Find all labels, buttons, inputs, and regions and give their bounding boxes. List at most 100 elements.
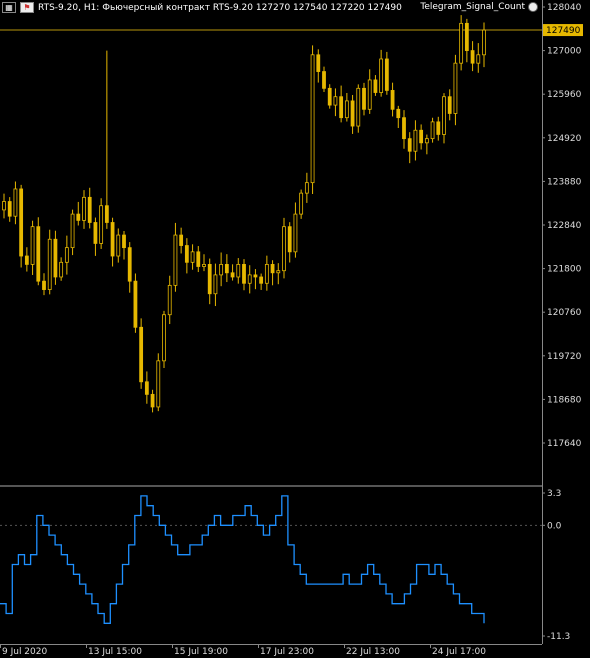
candle-body [247,274,252,284]
candle-body [173,234,178,286]
price-label: 120760 [547,308,582,318]
indicator-label: 0.0 [547,521,562,531]
candle-body [127,247,132,282]
candle-body [442,96,446,135]
candle-body [87,196,92,223]
candle-body [224,264,229,274]
candle-body [447,96,452,114]
candle-body [264,264,269,284]
price-label: 128040 [547,3,582,13]
price-axis: 128040 127000 125960 124920 123880 122840 1218… [542,3,582,449]
candle-body [407,138,412,152]
price-tag-text: 127490 [546,26,581,36]
candle-body [339,96,344,119]
candle-body [287,226,292,253]
candle-body [253,274,258,278]
candle-body [150,393,155,408]
candle-body [293,213,298,253]
candle-body [327,87,332,106]
candle-body [482,29,486,56]
time-label: 24 Jul 17:00 [432,647,486,657]
candle-body [47,238,52,290]
candle-body [304,182,309,194]
candle-body [270,264,275,274]
candle-body [476,54,481,64]
candle-body [316,54,321,72]
candle-body [122,234,126,249]
candle-body [30,226,35,265]
candle-body [379,58,384,93]
candle-body [139,326,144,383]
price-label: 119720 [547,352,582,362]
candle-body [344,100,349,119]
candle-body [470,50,475,64]
candle-body [282,226,286,272]
candle-body [13,188,18,217]
candle-body [276,270,281,274]
candle-body [310,54,315,184]
candles [2,15,486,413]
candle-body [144,381,149,395]
candle-body [219,264,224,276]
candle-body [24,255,29,265]
price-label: 118680 [547,395,582,405]
candle-body [390,90,395,110]
chart-canvas[interactable]: 128040 127000 125960 124920 123880 122840 1218… [0,0,590,658]
candle-body [236,264,241,278]
candle-body [242,264,246,284]
trading-terminal-chart: { "header": { "symbol_line": "RTS-9.20, … [0,0,590,658]
price-label: 117640 [547,439,582,449]
candle-body [184,245,189,263]
candle-body [162,314,166,362]
candle-body [459,22,464,64]
candle-body [362,87,366,110]
candle-body [207,264,212,295]
candle-body [356,87,361,127]
candle-body [99,205,104,244]
candle-body [110,222,115,257]
candle-body [213,274,218,295]
candle-body [36,226,41,282]
candle-body [82,196,86,221]
candle-body [59,261,64,278]
candle-body [42,280,46,290]
candle-body [384,58,389,91]
candle-body [2,201,6,211]
candle-body [333,96,338,106]
candle-body [116,234,121,257]
time-label: 17 Jul 23:00 [260,647,314,657]
candle-body [436,121,441,135]
candle-body [70,213,75,249]
candle-body [419,129,424,144]
indicator-pane [0,495,485,624]
candle-body [179,234,184,246]
price-label: 123880 [547,177,582,187]
price-label: 124920 [547,134,582,144]
price-label: 121800 [547,265,582,275]
candle-body [167,284,172,316]
price-label: 127000 [547,47,582,57]
candle-body [259,276,264,284]
candle-body [196,251,201,267]
time-label: 15 Jul 19:00 [174,647,228,657]
candle-body [53,238,58,278]
price-label: 125960 [547,90,582,100]
time-label: 13 Jul 15:00 [88,647,142,657]
candle-body [156,360,161,408]
indicator-axis: 3.3 0.0 -11.3 [542,489,570,642]
time-label: 9 Jul 2020 [2,647,47,657]
time-axis: 9 Jul 2020 13 Jul 15:00 15 Jul 19:00 17 Jul… [0,644,486,657]
candle-body [7,201,12,217]
indicator-label: -11.3 [547,632,570,642]
chart-frame [0,0,543,645]
candle-body [230,272,235,278]
candle-body [322,71,326,89]
candle-body [424,138,429,144]
candle-body [402,117,406,140]
candle-body [453,62,458,114]
candle-body [190,251,195,263]
current-price-tag: 127490 [543,24,583,37]
candle-body [464,22,469,52]
time-label: 22 Jul 13:00 [346,647,400,657]
candle-body [202,264,206,267]
